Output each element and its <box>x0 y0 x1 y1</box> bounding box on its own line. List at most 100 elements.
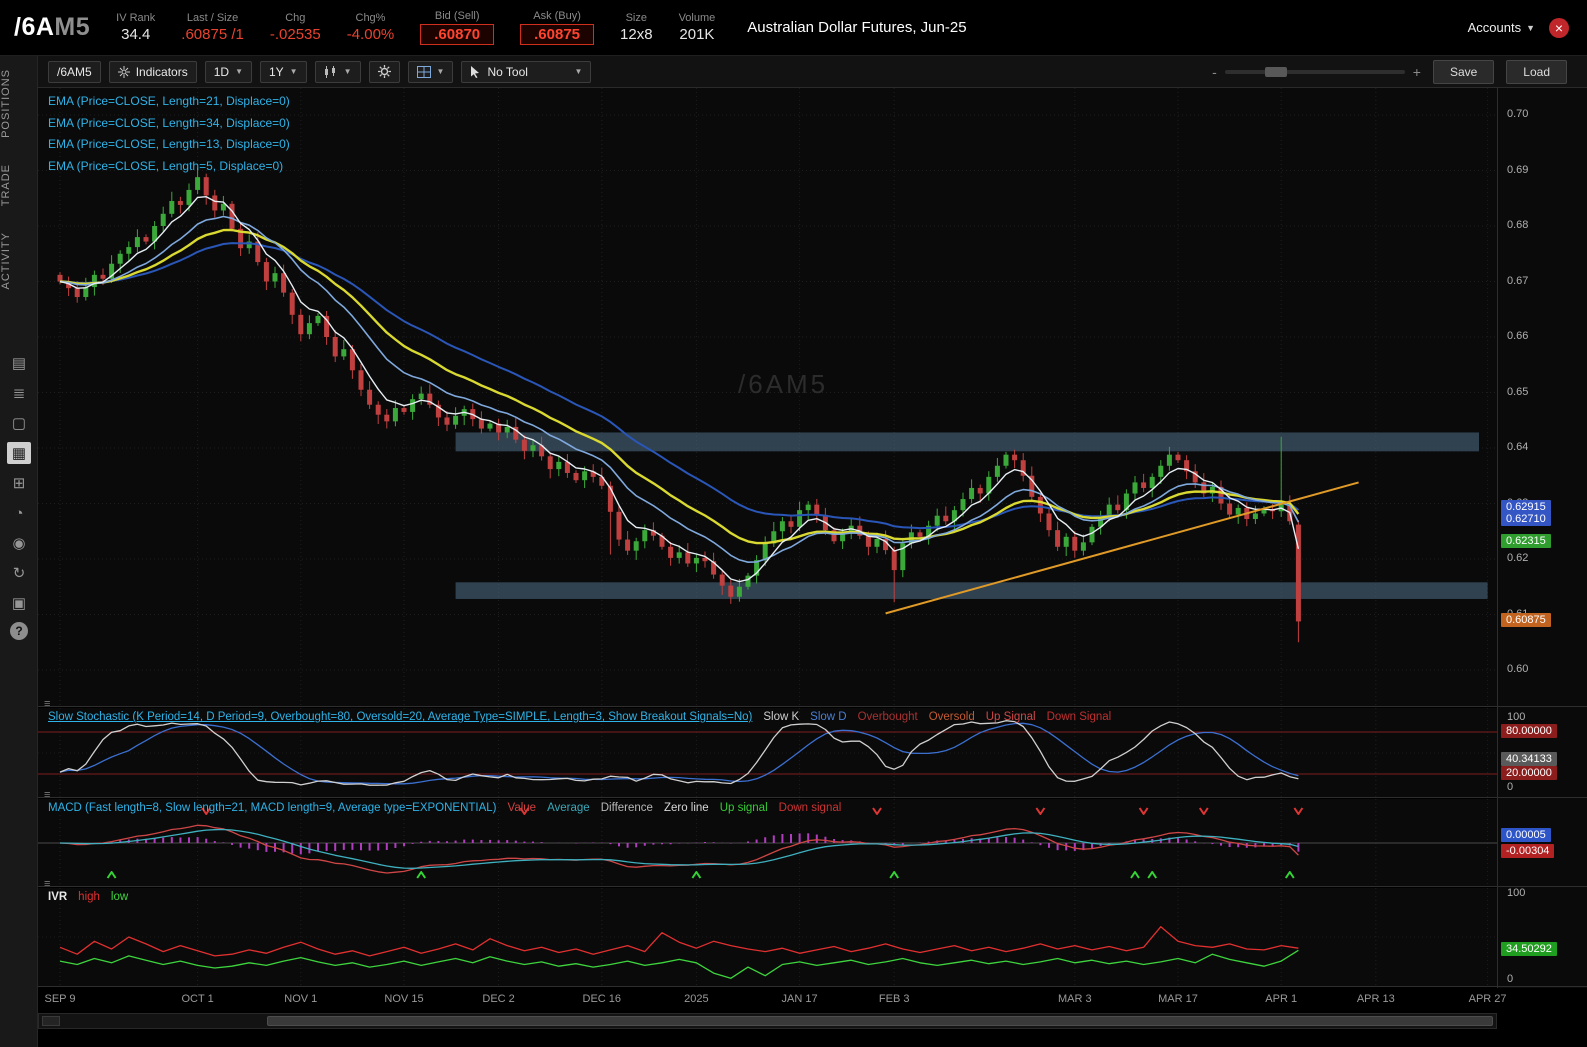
header-field-chg: Chg -.02535 <box>269 12 321 43</box>
zoom-slider-handle[interactable] <box>1264 66 1287 77</box>
chart-style-dropdown[interactable]: ▼ <box>314 60 361 83</box>
sidebar-tab-trade[interactable]: TRADE <box>0 151 38 219</box>
clock-icon[interactable]: ◔ <box>7 502 31 524</box>
panel-separator <box>38 986 1587 987</box>
save-button[interactable]: Save <box>1432 59 1495 84</box>
axis-value-box: 34.50292 <box>1501 942 1557 957</box>
ivr-legend: IVR high low <box>48 891 128 903</box>
axis-tick-label: 0.70 <box>1507 108 1529 120</box>
ask-button[interactable]: .60875 <box>520 24 595 45</box>
drawing-tool-dropdown[interactable]: No Tool ▼ <box>461 60 592 83</box>
overbought-legend-item: Overbought <box>857 711 918 723</box>
chevron-down-icon: ▼ <box>289 67 298 76</box>
grid-icon[interactable]: ⊞ <box>7 472 31 494</box>
people-icon[interactable]: ◉ <box>7 532 31 554</box>
axis-tick-label: 0.69 <box>1507 163 1529 176</box>
slow-k-legend-item: Slow K <box>763 711 800 723</box>
timeframe-dropdown[interactable]: 1D ▼ <box>204 60 252 83</box>
close-icon[interactable]: × <box>1549 17 1569 38</box>
resize-grip-icon[interactable]: ≡ <box>44 789 50 801</box>
chart-settings-button[interactable] <box>368 60 400 83</box>
ema-legend: EMA (Price=CLOSE, Length=21, Displace=0)… <box>48 91 290 177</box>
sidebar-tab-positions[interactable]: POSITIONS <box>0 56 38 151</box>
down-signal-legend-item: Down signal <box>778 802 842 814</box>
price-chart-canvas[interactable]: /6AM5 <box>38 88 1497 706</box>
stochastic-study-label: Slow Stochastic (K Period=14, D Period=9… <box>48 711 753 723</box>
panel-separator[interactable]: ≡ <box>38 789 1587 801</box>
stochastic-legend: Slow Stochastic (K Period=14, D Period=9… <box>48 711 1111 723</box>
value-legend-item: Value <box>507 802 537 814</box>
axis-value-box: 0.00005 <box>1501 828 1551 842</box>
refresh-icon[interactable]: ↻ <box>7 562 31 584</box>
scrollbar-handle[interactable] <box>267 1016 1493 1026</box>
load-button[interactable]: Load <box>1506 59 1567 84</box>
chart-toolbar: /6AM5 Indicators 1D ▼ 1Y ▼ ▼ ▼ No Tool ▼… <box>38 56 1587 88</box>
axis-tick-label: 0 <box>1507 781 1514 793</box>
time-axis-label: NOV 15 <box>384 993 424 1005</box>
charts-icon[interactable]: ▦ <box>7 442 31 464</box>
macd-study-label: MACD (Fast length=8, Slow length=21, MAC… <box>48 802 497 814</box>
panel-separator[interactable]: ≡ <box>38 698 1587 710</box>
resize-grip-icon[interactable]: ≡ <box>44 698 50 710</box>
symbol-input[interactable]: /6AM5 <box>48 60 101 83</box>
time-axis-label: MAR 3 <box>1057 993 1092 1005</box>
time-axis-label: SEP 9 <box>44 993 76 1005</box>
axis-tick-label: 0.67 <box>1507 274 1529 287</box>
zero-line-legend-item: Zero line <box>663 802 709 814</box>
header-field-last-size: Last / Size .60875 /1 <box>181 12 244 43</box>
header-field-iv-rank: IV Rank 34.4 <box>116 12 156 43</box>
axis-tick-label: 100 <box>1507 887 1526 899</box>
slow-d-legend-item: Slow D <box>810 711 847 723</box>
time-axis-label: MAR 17 <box>1158 993 1198 1005</box>
axis-value-box: 80.00000 <box>1501 724 1557 738</box>
time-axis-label: FEB 3 <box>878 993 910 1005</box>
zoom-control: - + <box>1212 64 1421 80</box>
difference-legend-item: Difference <box>600 802 653 814</box>
time-axis-label: OCT 1 <box>181 993 214 1005</box>
monitor-icon[interactable]: ▤ <box>7 352 31 374</box>
axis-value-box: 0.62710 <box>1501 511 1551 526</box>
support-resistance-zone[interactable] <box>455 582 1488 599</box>
zoom-in-button[interactable]: + <box>1413 64 1421 80</box>
layout-grid-dropdown[interactable]: ▼ <box>407 60 454 83</box>
chart-watermark: /6AM5 <box>738 369 828 399</box>
scrollbar-left-button[interactable] <box>42 1016 60 1026</box>
axis-tick-label: 0.65 <box>1507 385 1529 398</box>
down-signal-legend-item: Down Signal <box>1046 711 1112 723</box>
watchlist-icon[interactable]: ≣ <box>7 382 31 404</box>
axis-tick-label: 0.66 <box>1507 330 1529 342</box>
resize-grip-icon[interactable]: ≡ <box>44 878 50 890</box>
stochastic-panel[interactable]: Slow Stochastic (K Period=14, D Period=9… <box>38 708 1497 797</box>
chevron-down-icon: ▼ <box>436 67 445 76</box>
header-field-bid: Bid (Sell) .60870 <box>420 10 495 45</box>
sidebar-icon-strip: ▤ ≣ ▢ ▦ ⊞ ◔ ◉ ↻ ▣? <box>0 352 38 640</box>
macd-legend: MACD (Fast length=8, Slow length=21, MAC… <box>48 802 841 814</box>
left-sidebar: POSITIONS TRADE ACTIVITY ▤ ≣ ▢ ▦ ⊞ ◔ ◉ ↻ ▣? <box>0 56 38 1047</box>
zoom-slider[interactable] <box>1224 66 1405 77</box>
help-icon[interactable]: ? <box>10 622 28 640</box>
macd-panel[interactable]: MACD (Fast length=8, Slow length=21, MAC… <box>38 799 1497 886</box>
header-field-chg-pct: Chg% -4.00% <box>346 12 395 43</box>
range-dropdown[interactable]: 1Y ▼ <box>259 60 307 83</box>
symbol-title: /6AM5 <box>14 13 90 42</box>
bid-button[interactable]: .60870 <box>420 24 495 45</box>
gear-icon <box>377 65 391 78</box>
zoom-out-button[interactable]: - <box>1212 64 1217 80</box>
low-legend-item: low <box>110 891 129 903</box>
indicators-button[interactable]: Indicators <box>108 60 197 83</box>
ivr-canvas[interactable] <box>38 888 1497 986</box>
axis-tick-label: 0.62 <box>1507 552 1529 564</box>
accounts-dropdown[interactable]: Accounts ▼ <box>1468 20 1535 35</box>
axis-value-box: 20.00000 <box>1501 766 1557 780</box>
axis-value-box: -0.00304 <box>1501 844 1555 858</box>
tv-icon[interactable]: ▢ <box>7 412 31 434</box>
sidebar-tab-activity[interactable]: ACTIVITY <box>0 219 38 303</box>
ivr-panel[interactable]: IVR high low <box>38 888 1497 986</box>
price-axis[interactable]: 0.700.690.680.670.660.650.640.630.620.61… <box>1497 88 1587 988</box>
image-icon[interactable]: ▣ <box>7 592 31 614</box>
chart-scrollbar[interactable] <box>38 1013 1497 1029</box>
ema-34-label: EMA (Price=CLOSE, Length=34, Displace=0) <box>48 115 290 130</box>
panel-separator[interactable]: ≡ <box>38 878 1587 890</box>
main-price-chart[interactable]: /6AM5 EMA (Price=CLOSE, Length=21, Displ… <box>38 88 1497 706</box>
ema-13-label: EMA (Price=CLOSE, Length=13, Displace=0) <box>48 137 290 151</box>
